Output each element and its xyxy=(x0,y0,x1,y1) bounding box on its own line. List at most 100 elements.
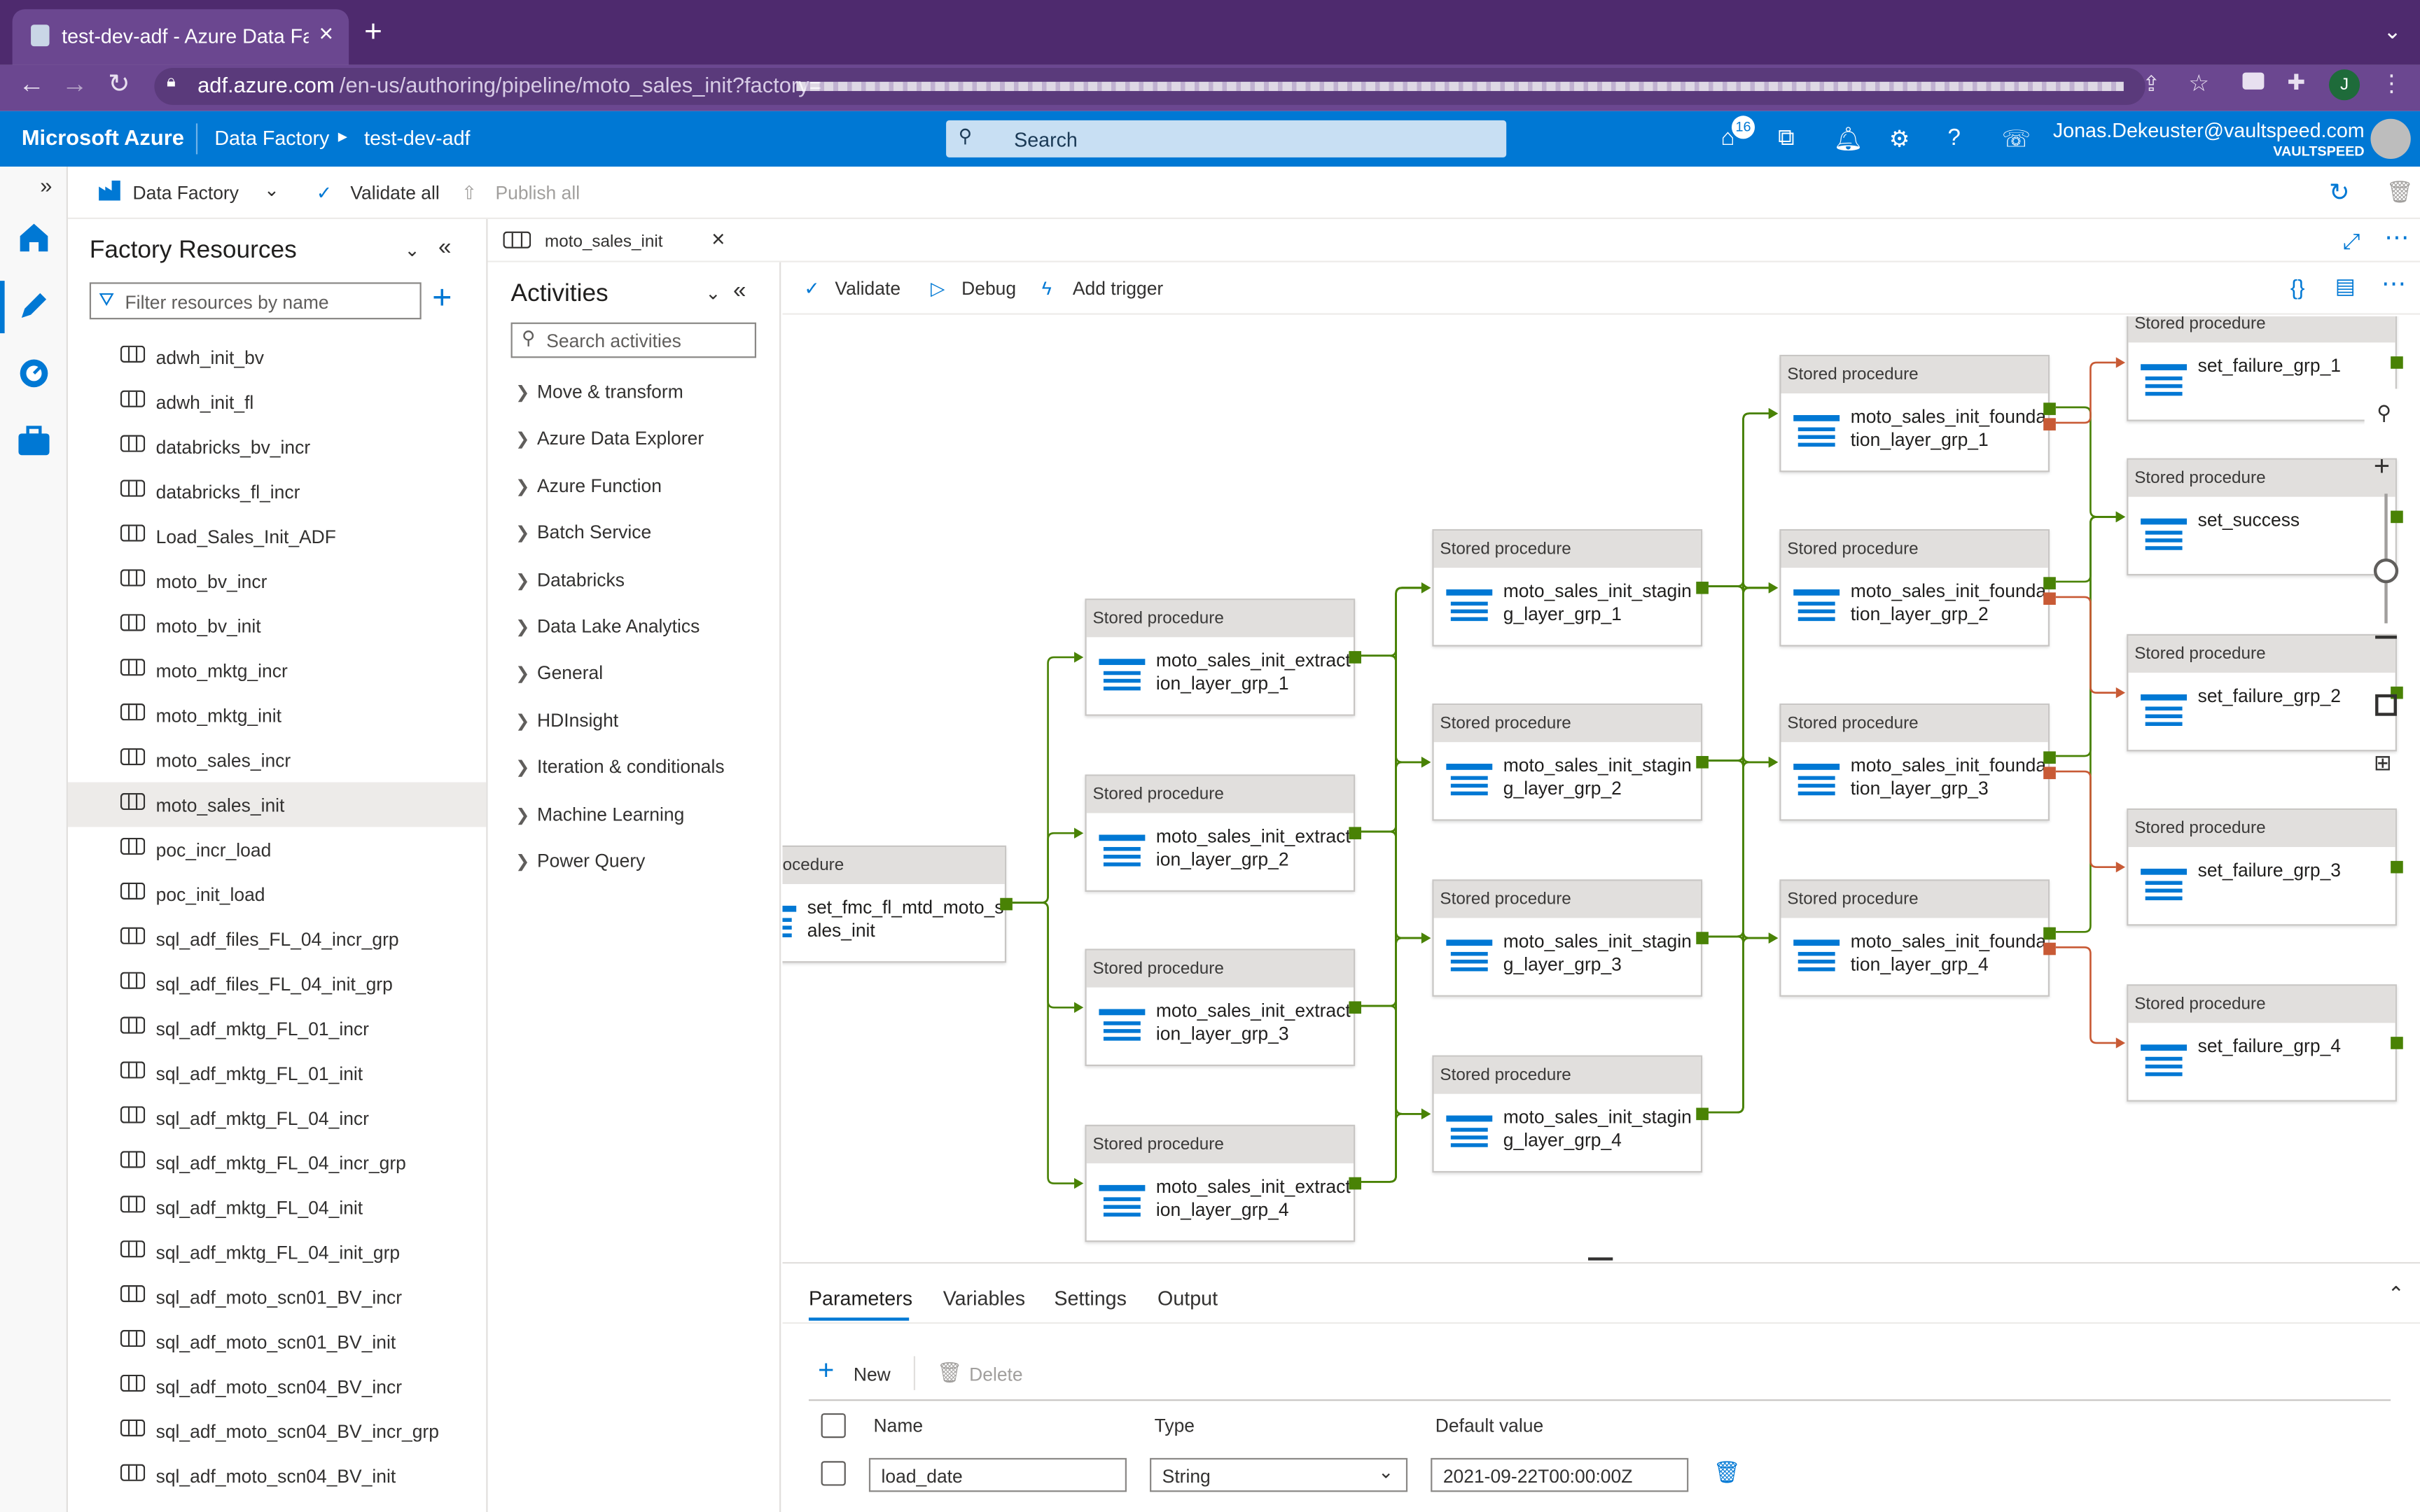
collapse-panel-icon[interactable]: « xyxy=(733,278,746,304)
resource-item[interactable]: sql_adf_moto_scn04_BV_incr_grp xyxy=(68,1408,486,1453)
select-all-checkbox[interactable] xyxy=(821,1413,846,1438)
resource-item[interactable]: sql_adf_moto_scn01_BV_init xyxy=(68,1319,486,1364)
azure-brand[interactable]: Microsoft Azure xyxy=(22,125,184,150)
resource-item[interactable]: sql_adf_mktg_FL_04_incr xyxy=(68,1096,486,1140)
add-resource-button[interactable]: + xyxy=(432,280,452,314)
stored-procedure-node[interactable]: Stored procedure moto_sales_init_extracti… xyxy=(1085,1124,1361,1242)
resource-item[interactable]: Load_Sales_Init_ADF xyxy=(68,514,486,559)
back-arrow-icon[interactable]: ← xyxy=(18,69,44,100)
azure-search-input[interactable]: ⚲ Search xyxy=(946,120,1507,158)
new-tab-button[interactable]: + xyxy=(364,15,382,51)
more-horizontal-icon[interactable]: ⋯ xyxy=(2384,222,2409,253)
activity-category[interactable]: ❯ Data Lake Analytics xyxy=(515,615,700,637)
activity-category[interactable]: ❯ Machine Learning xyxy=(515,803,684,825)
resource-item[interactable]: adwh_init_fl xyxy=(68,379,486,424)
success-port[interactable] xyxy=(1696,581,1709,594)
stored-procedure-node[interactable]: Stored procedure moto_sales_init_foundati… xyxy=(1779,879,2056,997)
pencil-icon[interactable] xyxy=(15,287,53,324)
tab-moto-sales-init[interactable]: moto_sales_init × xyxy=(487,218,743,262)
discard-icon[interactable]: 🗑︎ xyxy=(2386,179,2414,205)
stored-procedure-node[interactable]: Stored procedure moto_sales_init_extracti… xyxy=(1085,598,1361,716)
row-checkbox[interactable] xyxy=(821,1461,846,1486)
activity-category[interactable]: ❯ Iteration & conditionals xyxy=(515,756,724,778)
collapse-all-icon[interactable]: ⌄ xyxy=(705,282,721,304)
monitor-icon[interactable] xyxy=(15,355,53,392)
breadcrumb-service[interactable]: Data Factory xyxy=(214,127,329,150)
filter-resources-input[interactable]: ⛛ Filter resources by name xyxy=(89,282,422,320)
resource-item[interactable]: sql_adf_files_FL_04_init_grp xyxy=(68,961,486,1006)
success-port[interactable] xyxy=(1349,1177,1361,1190)
chat-icon[interactable]: ☏ xyxy=(2002,125,2031,153)
zoom-slider-thumb[interactable] xyxy=(2373,558,2399,584)
tab-parameters[interactable]: Parameters xyxy=(809,1287,912,1310)
delete-row-icon[interactable]: 🗑︎ xyxy=(1713,1460,1741,1485)
activity-category[interactable]: ❯ HDInsight xyxy=(515,709,618,731)
activity-category[interactable]: ❯ General xyxy=(515,662,603,684)
add-trigger-button[interactable]: Add trigger xyxy=(1073,278,1163,300)
toolbox-icon[interactable] xyxy=(15,423,53,460)
resource-item[interactable]: moto_mktg_init xyxy=(68,693,486,738)
success-port[interactable] xyxy=(1696,932,1709,944)
success-port[interactable] xyxy=(2391,860,2403,874)
validate-all-button[interactable]: Validate all xyxy=(350,182,439,204)
zoom-to-fit-icon[interactable] xyxy=(2375,694,2397,716)
code-icon[interactable]: {} xyxy=(2290,274,2305,299)
activity-category[interactable]: ❯ Move & transform xyxy=(515,381,683,402)
debug-button[interactable]: Debug xyxy=(961,278,1016,300)
success-port[interactable] xyxy=(1349,1001,1361,1014)
stored-procedure-node[interactable]: Stored procedure set_failure_grp_4 xyxy=(2127,984,2403,1102)
close-icon[interactable]: × xyxy=(319,22,333,50)
home-icon[interactable] xyxy=(15,219,53,256)
tab-variables[interactable]: Variables xyxy=(943,1287,1025,1310)
resource-item[interactable]: poc_incr_load xyxy=(68,827,486,872)
stored-procedure-node[interactable]: Stored procedure moto_sales_init_extracti… xyxy=(1085,774,1361,892)
success-port[interactable] xyxy=(2043,751,2056,764)
resource-item[interactable]: adwh_init_bv xyxy=(68,335,486,379)
more-horizontal-icon[interactable]: ⋯ xyxy=(2381,269,2406,300)
publish-all-button[interactable]: Publish all xyxy=(496,182,580,204)
success-port[interactable] xyxy=(1000,897,1013,911)
search-activities-input[interactable]: ⚲ Search activities xyxy=(510,322,756,358)
resource-item[interactable]: sql_adf_moto_scn04_BV_init xyxy=(68,1453,486,1498)
auto-align-icon[interactable]: ⊞ xyxy=(2374,750,2392,776)
success-port[interactable] xyxy=(1696,756,1709,769)
resize-handle[interactable] xyxy=(1588,1257,1613,1261)
resource-item[interactable]: moto_mktg_incr xyxy=(68,648,486,693)
activity-category[interactable]: ❯ Azure Data Explorer xyxy=(515,428,704,449)
success-port[interactable] xyxy=(2391,356,2403,369)
stored-procedure-node[interactable]: Stored procedure moto_sales_init_foundati… xyxy=(1779,354,2056,472)
delete-parameter-button[interactable]: Delete xyxy=(969,1364,1022,1385)
help-icon[interactable]: ? xyxy=(1948,125,1961,151)
resource-item[interactable]: moto_bv_incr xyxy=(68,559,486,603)
properties-icon[interactable]: ▤ xyxy=(2335,273,2356,299)
resource-item[interactable]: moto_bv_init xyxy=(68,603,486,648)
collapse-panel-icon[interactable]: « xyxy=(438,234,451,260)
resource-item[interactable]: moto_sales_incr xyxy=(68,738,486,783)
refresh-icon[interactable]: ↻ xyxy=(2329,177,2350,208)
parameter-type-select[interactable]: String ⌄ xyxy=(1150,1457,1408,1492)
url-field[interactable]: 🔒︎ adf.azure.com /en-us/authoring/pipeli… xyxy=(154,67,2146,105)
activity-category[interactable]: ❯ Batch Service xyxy=(515,522,651,543)
browser-tab[interactable]: test-dev-adf - Azure Data Fact × xyxy=(12,9,349,65)
stored-procedure-node[interactable]: Stored procedure set_failure_grp_1 xyxy=(2127,316,2403,421)
stored-procedure-node[interactable]: Stored procedure moto_sales_init_staging_… xyxy=(1432,1055,1709,1173)
chevron-up-icon[interactable]: ⌃ xyxy=(2388,1282,2405,1307)
stored-procedure-node[interactable]: Stored procedure moto_sales_init_staging_… xyxy=(1432,704,1709,821)
stored-procedure-node[interactable]: Stored procedure set_failure_grp_2 xyxy=(2127,634,2403,752)
success-port[interactable] xyxy=(1349,827,1361,840)
expand-icon[interactable]: » xyxy=(40,173,52,197)
gear-icon[interactable]: ⚙ xyxy=(1889,125,1910,153)
reload-icon[interactable]: ↻ xyxy=(108,69,130,100)
success-port[interactable] xyxy=(2391,1037,2403,1049)
close-icon[interactable]: × xyxy=(711,227,725,253)
stored-procedure-node[interactable]: ed procedure set_fmc_fl_mtd_moto_sales_in… xyxy=(782,845,1013,963)
stored-procedure-node[interactable]: Stored procedure set_failure_grp_3 xyxy=(2127,808,2403,926)
camera-icon[interactable] xyxy=(2242,72,2265,90)
star-icon[interactable]: ☆ xyxy=(2188,69,2209,97)
zoom-out-icon[interactable] xyxy=(2375,636,2397,639)
chevron-down-icon[interactable]: ⌄ xyxy=(264,179,279,201)
profile-avatar[interactable]: J xyxy=(2328,69,2360,101)
success-port[interactable] xyxy=(2043,402,2056,415)
failure-port[interactable] xyxy=(2043,766,2056,780)
resource-item[interactable]: databricks_bv_incr xyxy=(68,424,486,469)
